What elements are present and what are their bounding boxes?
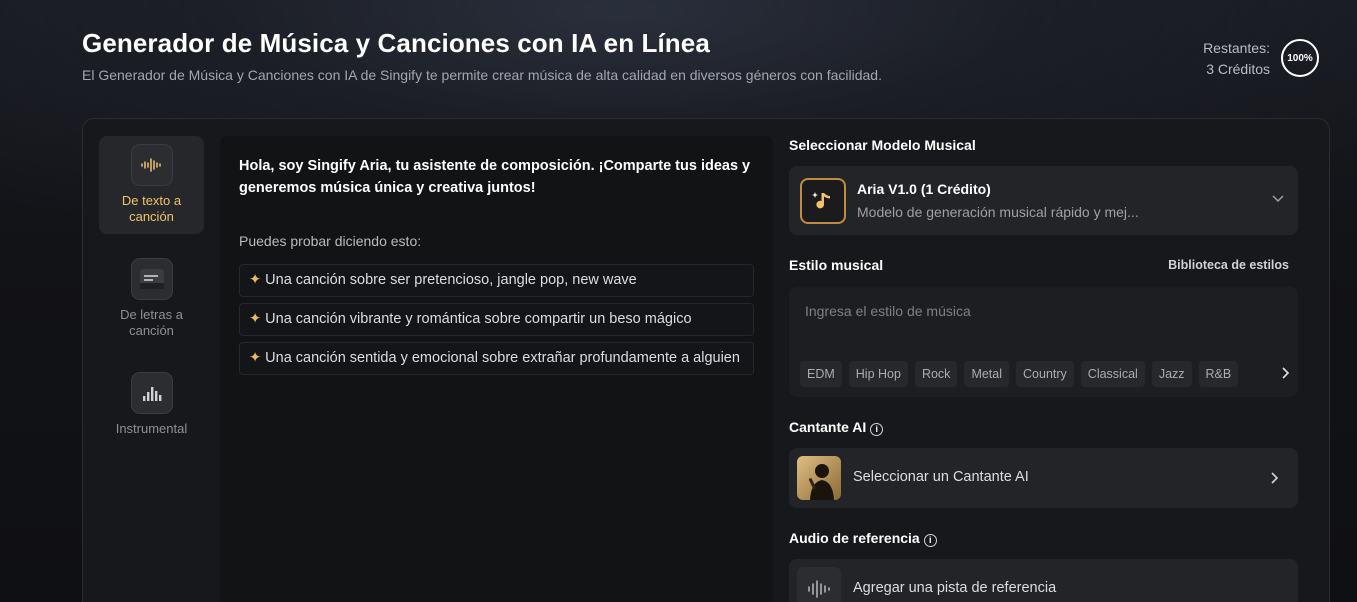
- page-subtitle: El Generador de Música y Canciones con I…: [82, 67, 882, 83]
- equalizer-icon: [130, 372, 173, 414]
- generator-panel: De texto a canción De letras a canción I…: [82, 118, 1330, 602]
- reference-section-text: Audio de referencia: [789, 530, 920, 546]
- style-chip-rock[interactable]: Rock: [914, 361, 958, 387]
- model-description: Modelo de generación musical rápido y me…: [857, 204, 1139, 220]
- style-input-box: EDMHip HopRockMetalCountryClassicalJazzR…: [789, 287, 1298, 397]
- mode-instrumental[interactable]: Instrumental: [99, 364, 204, 462]
- suggestion-item[interactable]: ✦ Una canción sobre ser pretencioso, jang…: [239, 264, 754, 297]
- assistant-hint: Puedes probar diciendo esto:: [239, 233, 422, 249]
- style-library-link[interactable]: Biblioteca de estilos: [1168, 258, 1289, 272]
- credits-info: Restantes: 3 Créditos: [1203, 38, 1270, 80]
- style-chip-country[interactable]: Country: [1016, 361, 1074, 387]
- page-title: Generador de Música y Canciones con IA e…: [82, 28, 710, 58]
- lyrics-icon: [130, 258, 173, 300]
- suggestion-text: Una canción sobre ser pretencioso, jangl…: [265, 272, 637, 288]
- reference-audio-add[interactable]: Agregar una pista de referencia: [789, 559, 1298, 602]
- sparkle-icon: ✦: [249, 272, 262, 288]
- reference-add-label: Agregar una pista de referencia: [853, 580, 1057, 596]
- style-chip-hip-hop[interactable]: Hip Hop: [848, 361, 908, 387]
- mode-lyrics-to-song[interactable]: De letras a canción: [99, 250, 204, 348]
- chevron-down-icon: [1272, 195, 1284, 203]
- music-style-input[interactable]: [805, 303, 1275, 319]
- style-chips: EDM Hip Hop Rock Metal Country Classical Jazz R…: [800, 361, 1288, 387]
- style-chip-classical[interactable]: Classical: [1080, 361, 1145, 387]
- suggestion-item[interactable]: ✦ Una canción sentida y emocional sobre e…: [239, 342, 754, 375]
- sparkle-icon: ✦: [249, 350, 262, 366]
- model-section-label: Seleccionar Modelo Musical: [789, 137, 976, 153]
- mode-label: Instrumental: [115, 421, 188, 436]
- style-chip-metal[interactable]: Metal: [964, 361, 1010, 387]
- assistant-intro: Hola, soy Singify Aria, tu asistente de …: [239, 158, 751, 196]
- style-section-label: Estilo musical: [789, 257, 884, 273]
- assistant-chat: Hola, soy Singify Aria, tu asistente de …: [220, 136, 773, 602]
- chevron-right-icon: [1271, 472, 1279, 484]
- singer-select[interactable]: Seleccionar un Cantante AI: [789, 448, 1298, 508]
- style-chip-edm[interactable]: EDM: [800, 361, 842, 387]
- style-chip-rnb[interactable]: R&B: [1198, 361, 1239, 387]
- suggestion-text: Una canción vibrante y romántica sobre c…: [265, 311, 692, 327]
- singer-section-text: Cantante AI: [789, 419, 867, 435]
- audio-wave-icon: [797, 567, 841, 602]
- mode-label: De texto a canción: [121, 193, 182, 224]
- credits-label: Restantes:: [1203, 40, 1270, 56]
- music-note-icon: [800, 178, 846, 224]
- model-select[interactable]: Aria V1.0 (1 Crédito) Modelo de generaci…: [789, 166, 1298, 235]
- credits-value: 3 Créditos: [1206, 61, 1270, 77]
- suggestion-item[interactable]: ✦ Una canción vibrante y romántica sobre …: [239, 303, 754, 336]
- sparkle-icon: ✦: [249, 311, 262, 327]
- info-icon[interactable]: i: [870, 422, 884, 436]
- info-icon[interactable]: i: [923, 533, 937, 547]
- credits-progress-ring: 100%: [1281, 39, 1319, 77]
- model-name: Aria V1.0 (1 Crédito): [857, 181, 991, 197]
- mode-label: De letras a canción: [120, 307, 183, 338]
- waveform-icon: [130, 144, 173, 186]
- suggestion-text: Una canción sentida y emocional sobre ex…: [265, 350, 740, 366]
- singer-avatar: [797, 456, 841, 500]
- style-chip-jazz[interactable]: Jazz: [1151, 361, 1192, 387]
- singer-section-label: Cantante AI i: [789, 419, 884, 436]
- singer-select-label: Seleccionar un Cantante AI: [853, 469, 1029, 485]
- reference-section-label: Audio de referencia i: [789, 530, 937, 547]
- mode-text-to-song[interactable]: De texto a canción: [99, 136, 204, 234]
- chevron-right-icon[interactable]: [1282, 367, 1290, 379]
